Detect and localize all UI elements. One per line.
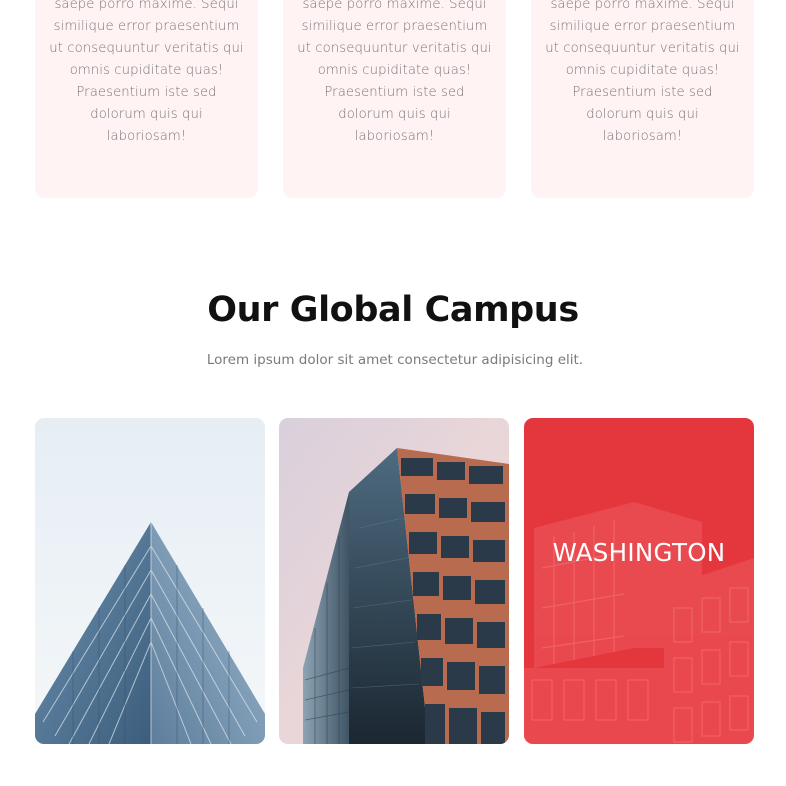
campus-card[interactable]: [279, 418, 509, 744]
feature-card: saepe porro maxime. Sequi similique erro…: [531, 0, 754, 198]
feature-card: saepe porro maxime. Sequi similique erro…: [35, 0, 258, 198]
feature-card: saepe porro maxime. Sequi similique erro…: [283, 0, 506, 198]
campus-card[interactable]: WASHINGTON: [524, 418, 754, 744]
apartment-building-image: [524, 418, 754, 744]
office-building-image: [279, 418, 509, 744]
campus-card[interactable]: [35, 418, 265, 744]
feature-card-text: saepe porro maxime. Sequi similique erro…: [297, 0, 492, 144]
feature-card-text: saepe porro maxime. Sequi similique erro…: [545, 0, 740, 144]
feature-cards-row: saepe porro maxime. Sequi similique erro…: [0, 0, 786, 200]
section-subtitle: Lorem ipsum dolor sit amet consectetur a…: [206, 352, 584, 368]
glass-tower-image: [35, 418, 265, 744]
feature-card-text: saepe porro maxime. Sequi similique erro…: [49, 0, 244, 144]
section-title: Our Global Campus: [207, 290, 579, 330]
campus-card-label: WASHINGTON: [552, 538, 726, 567]
